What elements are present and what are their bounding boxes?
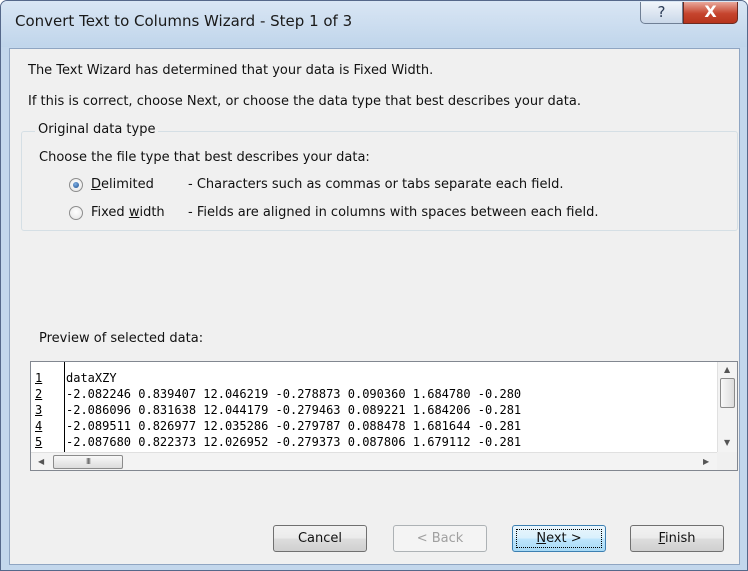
close-icon: X [704,2,717,21]
group-legend: Original data type [35,122,159,137]
thumb-grip-icon: III [85,457,91,466]
delimited-label[interactable]: Delimited [91,177,154,192]
horizontal-scrollbar[interactable]: ◀ III ▶ [31,452,717,470]
help-button[interactable]: ? [640,2,683,24]
intro-instruction-text: If this is correct, choose Next, or choo… [28,94,581,109]
row-data: dataXZY [66,371,117,385]
next-button[interactable]: Next > [512,525,606,552]
finish-button[interactable]: Finish [630,525,724,552]
wizard-window: Convert Text to Columns Wizard - Step 1 … [0,0,748,571]
row-number: 2 [35,387,43,401]
row-number: 1 [35,371,43,385]
row-data: -2.086096 0.831638 12.044179 -0.279463 0… [66,403,522,417]
scroll-left-icon[interactable]: ◀ [38,457,44,466]
scroll-down-icon[interactable]: ▼ [724,438,730,447]
data-preview[interactable]: 1 dataXZY 2 -2.082246 0.839407 12.046219… [30,361,738,471]
fixed-width-label[interactable]: Fixed width [91,205,165,220]
fixed-width-description: - Fields are aligned in columns with spa… [188,205,599,220]
scrollbar-corner [717,452,737,470]
row-data: -2.082246 0.839407 12.046219 -0.278873 0… [66,387,522,401]
row-number-divider [64,362,65,452]
preview-row: 5 -2.087680 0.822373 12.026952 -0.279373… [31,434,731,450]
preview-row: 4 -2.089511 0.826977 12.035286 -0.279787… [31,418,731,434]
scroll-right-icon[interactable]: ▶ [703,457,709,466]
window-title: Convert Text to Columns Wizard - Step 1 … [15,12,353,30]
focus-rectangle [516,529,602,548]
row-number: 5 [35,435,43,449]
intro-detected-text: The Text Wizard has determined that your… [28,63,434,78]
preview-label: Preview of selected data: [39,331,204,346]
vertical-scroll-thumb[interactable] [720,378,735,408]
row-data: -2.087680 0.822373 12.026952 -0.279373 0… [66,435,522,449]
title-bar[interactable]: Convert Text to Columns Wizard - Step 1 … [1,1,747,47]
back-button: < Back [393,525,487,552]
horizontal-scroll-thumb[interactable]: III [53,455,123,469]
preview-row: 3 -2.086096 0.831638 12.044179 -0.279463… [31,402,731,418]
preview-row: 1 dataXZY [31,370,731,386]
close-button[interactable]: X [683,2,738,24]
delimited-description: - Characters such as commas or tabs sepa… [188,177,564,192]
radio-selected-dot [73,182,79,188]
row-number: 3 [35,403,43,417]
row-data: -2.089511 0.826977 12.035286 -0.279787 0… [66,419,522,433]
file-type-prompt: Choose the file type that best describes… [39,150,370,165]
radio-delimited[interactable] [69,178,83,192]
radio-fixed-width[interactable] [69,206,83,220]
preview-row: 2 -2.082246 0.839407 12.046219 -0.278873… [31,386,731,402]
cancel-button[interactable]: Cancel [273,525,367,552]
row-number: 4 [35,419,43,433]
help-icon: ? [657,3,666,21]
scroll-up-icon[interactable]: ▲ [724,365,730,374]
vertical-scrollbar[interactable]: ▲ ▼ [717,362,737,452]
